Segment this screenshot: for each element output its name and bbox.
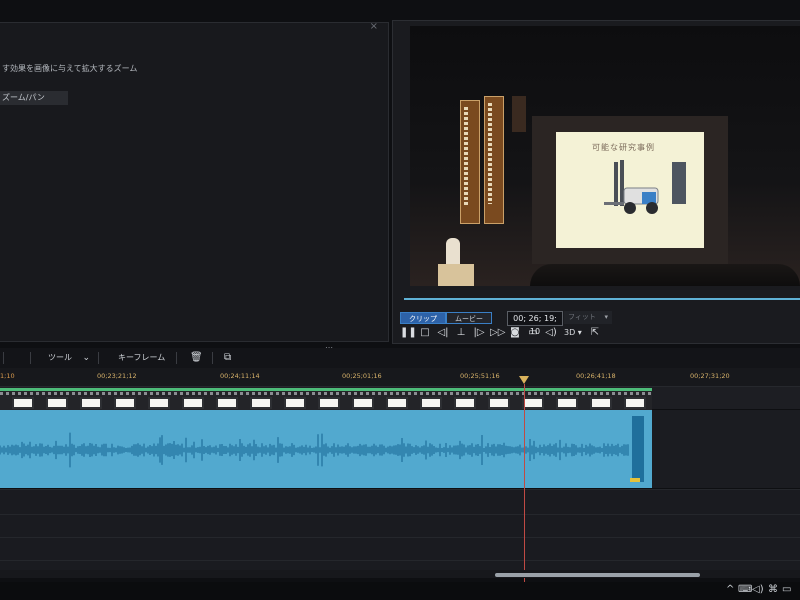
waveform-path [0,432,629,468]
slide-title: 可能な研究事例 [592,143,655,152]
podium [438,264,474,286]
clip-thumbnail [488,397,510,409]
selected-effect-item[interactable]: ズーム/パン [0,91,68,105]
3d-toggle-button[interactable]: 3D ▾ [562,326,584,340]
chevron-up-icon[interactable]: ^ [726,584,734,595]
fast-forward-icon[interactable]: ▷▷ [490,326,505,340]
clip-thumbnail [522,397,544,409]
clip-thumbnail [250,397,272,409]
clip-thumbnail [454,397,476,409]
notification-icon[interactable]: ▭ [782,584,791,595]
ruler-tick-label: 00;23;21;12 [97,372,137,380]
toolbar-separator [176,352,177,364]
ruler-tick-label: 00;24;11;14 [220,372,260,380]
playhead-handle[interactable] [519,376,529,384]
toolbar-separator [30,352,31,364]
ruler-tick-label: 00;25;01;16 [342,372,382,380]
toolbar-separator [3,352,4,364]
effects-panel: × す効果を画像に与えて拡大するズーム ズーム/パン [0,21,389,342]
empty-track[interactable] [0,537,800,560]
preview-scrub-bar[interactable] [404,298,800,300]
clip-thumbnail [284,397,306,409]
clip-thumbnail [12,397,34,409]
stage-column [512,96,526,132]
preview-mode-tabs: クリップ ムービー [400,312,492,324]
toolbar-separator [98,352,99,364]
prev-frame-icon[interactable]: ◁| [436,326,450,340]
tab-movie[interactable]: ムービー [446,312,492,324]
clip-thumbnail [590,397,612,409]
timeline-toolbar: ツール ⌄ キーフレーム 🗑 ⧉ [0,348,800,368]
ruler-tick-label: 00;26;41;18 [576,372,616,380]
stage-banner-right [484,96,504,224]
empty-track[interactable] [0,514,800,537]
trash-icon[interactable]: 🗑 [190,350,203,366]
clip-thumbnail [556,397,578,409]
subtitle-icon[interactable]: ▭ [526,326,540,340]
audio-clip-end-marker [630,478,640,482]
timecode-field[interactable]: 00; 26; 19; 10 [507,311,563,336]
fit-dropdown-label: フィット [568,313,596,321]
stage-banner-left [460,100,480,224]
chevron-down-icon: ▾ [604,313,608,321]
os-taskbar: ^ ⌨ ◁) ⌘ ▭ [0,582,800,600]
speaker-icon[interactable]: ◁) [752,584,764,595]
fit-dropdown[interactable]: フィット ▾ [564,311,612,324]
clip-thumbnail [352,397,374,409]
clip-thumbnail [420,397,442,409]
playback-controls: ❚❚ □ ◁| ⊥ |▷ ▷▷ ◙ ▭ ◁) 3D ▾ ⇱ [400,326,602,340]
clip-thumbnail [386,397,408,409]
next-frame-icon[interactable]: |▷ [472,326,486,340]
volume-icon[interactable]: ◁) [544,326,558,340]
clip-thumbnail [216,397,238,409]
close-icon[interactable]: × [370,21,378,32]
clip-thumbnail [182,397,204,409]
network-icon[interactable]: ⌨ [738,584,752,595]
stop-icon[interactable]: □ [418,326,432,340]
video-preview[interactable]: 可能な研究事例 [410,26,800,286]
waveform-peak [632,416,644,482]
ruler-tick-label: 1;10 [0,372,15,380]
tab-clip[interactable]: クリップ [400,312,446,324]
empty-track[interactable] [0,489,800,514]
chevron-down-icon: ⌄ [82,353,91,363]
audio-waveform [0,416,644,482]
tools-menu-label: ツール [48,353,72,362]
keyframe-button[interactable]: キーフレーム [118,350,165,366]
ruler-tick-label: 00;27;31;20 [690,372,730,380]
clip-thumbnail [80,397,102,409]
clip-list-icon[interactable]: ⧉ [224,350,231,366]
film-sprocket [0,392,652,395]
slide-figure [672,162,686,204]
audience-silhouette [530,264,800,286]
timeline-ruler[interactable]: 1;10 00;23;21;12 00;24;11;14 00;25;01;16… [0,368,800,387]
mark-icon[interactable]: ⊥ [454,326,468,340]
clip-thumbnail [148,397,170,409]
clip-thumbnail [114,397,136,409]
playhead-line [524,384,525,590]
tools-menu-button[interactable]: ツール ⌄ [48,350,90,366]
timeline-scrollbar-thumb[interactable] [495,573,700,577]
clip-thumbnail [318,397,340,409]
popout-icon[interactable]: ⇱ [588,326,602,340]
projection-screen: 可能な研究事例 [556,132,704,248]
clip-thumbnail [46,397,68,409]
snapshot-icon[interactable]: ◙ [508,326,522,340]
audio-clip[interactable] [0,410,652,488]
clip-thumbnail [624,397,646,409]
forklift-illustration [604,160,659,214]
pause-icon[interactable]: ❚❚ [400,326,417,340]
effect-description: す効果を画像に与えて拡大するズーム [2,64,138,73]
toolbar-separator [212,352,213,364]
ruler-tick-label: 00;25;51;16 [460,372,500,380]
keyboard-icon[interactable]: ⌘ [768,584,778,595]
